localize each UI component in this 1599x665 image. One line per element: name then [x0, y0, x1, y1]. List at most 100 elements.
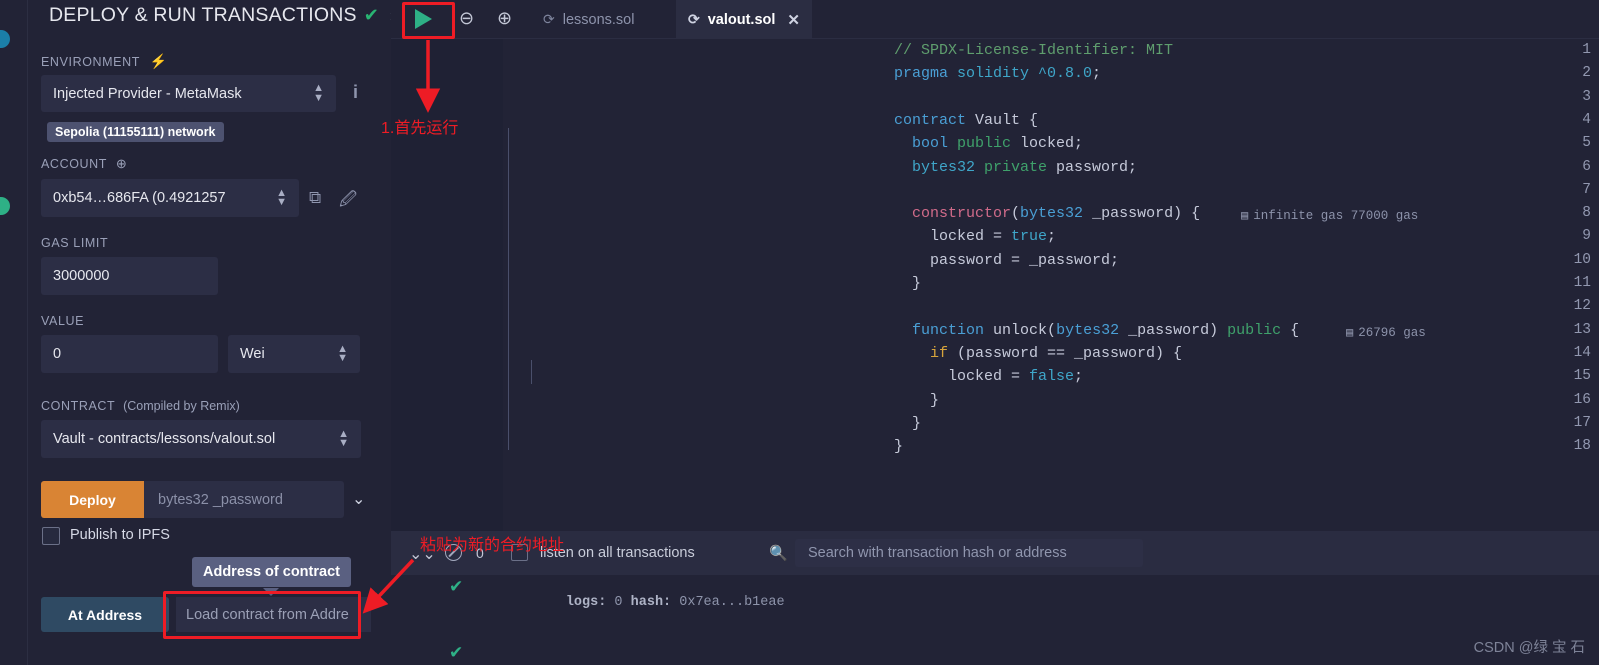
gas-estimate: ▤ infinite gas 77000 gas: [1241, 208, 1418, 223]
chevron-updown-icon[interactable]: ▲ ▼: [338, 428, 349, 449]
code-token: if: [894, 344, 958, 362]
editor-code-area[interactable]: [503, 39, 1599, 551]
code-token: bytes32: [1056, 321, 1129, 339]
chevron-updown-icon[interactable]: ▲ ▼: [276, 187, 287, 208]
chevron-updown-icon[interactable]: ▲ ▼: [337, 343, 348, 364]
close-icon[interactable]: ✕: [787, 11, 800, 29]
log-logs-value: 0: [606, 595, 631, 610]
play-icon[interactable]: [415, 9, 432, 29]
at-address-input[interactable]: [176, 597, 371, 632]
environment-label: ENVIRONMENT ⚡: [41, 53, 168, 69]
at-address-button[interactable]: At Address: [41, 597, 169, 632]
code-token: locked =: [894, 368, 1030, 386]
zoom-out-icon[interactable]: ⊖: [459, 8, 474, 29]
account-select[interactable]: 0xb54…686FA (0.4921257​ ▲ ▼: [41, 179, 299, 217]
gas-limit-value: 3000000: [53, 268, 110, 284]
panel-title-text: DEPLOY & RUN TRANSACTIONS: [49, 4, 357, 26]
deploy-args-input[interactable]: [144, 481, 344, 518]
code-token: password: [1056, 158, 1129, 176]
rail-dot-teal[interactable]: [0, 30, 10, 48]
search-icon[interactable]: 🔍: [769, 544, 788, 562]
line-number: 4: [1582, 111, 1591, 128]
deploy-run-panel: DEPLOY & RUN TRANSACTIONS✔ › ENVIRONMENT…: [28, 0, 396, 665]
code-line: constructor(bytes32 _password) {: [894, 205, 1200, 222]
code-token: solidity: [957, 65, 1039, 83]
gas-icon: ▤: [1346, 325, 1354, 340]
line-number: 10: [1573, 251, 1591, 268]
editor-region: ⊖ ⊕ ⟳ lessons.sol ⟳ valout.sol ✕ 1234567…: [391, 0, 1599, 665]
tab-label: lessons.sol: [562, 11, 635, 28]
gas-estimate: ▤ 26796 gas: [1346, 325, 1426, 340]
contract-select[interactable]: Vault - contracts/lessons/valout.sol ▲ ▼: [41, 420, 361, 458]
code-line: if (password == _password) {: [894, 345, 1182, 362]
value-unit-select[interactable]: Wei ▲ ▼: [228, 335, 360, 373]
log-logs-key: logs:: [565, 595, 607, 610]
code-token: password = _password;: [894, 251, 1120, 269]
line-number: 5: [1582, 135, 1591, 152]
code-token: }: [894, 391, 940, 409]
code-token: }: [894, 414, 922, 432]
info-icon[interactable]: i: [353, 82, 358, 103]
code-token: _password: [1092, 205, 1174, 223]
zoom-in-icon[interactable]: ⊕: [497, 8, 512, 29]
value-input[interactable]: 0: [41, 335, 218, 373]
line-number: 7: [1582, 181, 1591, 198]
line-number: 6: [1582, 158, 1591, 175]
log-line: logs: 0 hash: 0x7ea...b1eae: [501, 580, 785, 625]
copy-icon[interactable]: ⧉: [309, 188, 321, 208]
value-unit: Wei: [240, 346, 265, 362]
code-token: function: [894, 321, 994, 339]
code-token: (: [1047, 321, 1057, 339]
annotation-step2-text: 粘贴为新的合约地址: [420, 537, 565, 554]
solidity-icon: ⟳: [543, 11, 555, 27]
chevron-updown-icon[interactable]: ▲ ▼: [313, 82, 324, 103]
at-address-tooltip: Address of contract: [192, 557, 351, 587]
code-token: constructor: [894, 205, 1012, 223]
code-token: ): [1209, 321, 1228, 339]
publish-ipfs-checkbox[interactable]: [42, 527, 60, 545]
gas-estimate-text: 26796 gas: [1358, 325, 1426, 340]
line-number: 2: [1582, 65, 1591, 82]
code-line: locked = false;: [894, 368, 1083, 385]
code-line: password = _password;: [894, 252, 1119, 269]
tab-valout-sol[interactable]: ⟳ valout.sol ✕: [676, 0, 812, 39]
fold-guide: [531, 360, 532, 384]
tooltip-arrow-icon: [263, 588, 279, 596]
code-token: false: [1029, 368, 1075, 386]
rail-dot-green[interactable]: [0, 197, 10, 215]
plus-circle-icon[interactable]: ⊕: [116, 156, 128, 171]
check-circle-icon: ✔: [449, 643, 464, 662]
search-input[interactable]: [795, 539, 1143, 567]
edit-icon[interactable]: 🖉: [339, 187, 357, 216]
code-line: bytes32 private password;: [894, 159, 1137, 176]
line-number: 14: [1573, 344, 1591, 361]
line-number: 1: [1582, 42, 1591, 58]
code-token: ;: [1128, 158, 1138, 176]
watermark: CSDN @绿 宝 石: [1473, 640, 1585, 656]
deploy-button[interactable]: Deploy: [41, 481, 144, 518]
code-token: bytes32: [894, 158, 985, 176]
remix-ide-window: DEPLOY & RUN TRANSACTIONS✔ › ENVIRONMENT…: [0, 0, 1599, 665]
code-token: public: [957, 135, 1021, 153]
value-amount: 0: [53, 346, 62, 362]
annotation-step1-text: 1.首先运行: [381, 120, 459, 137]
code-token: (password == _password) {: [957, 344, 1183, 362]
environment-select[interactable]: Injected Provider - MetaMask ▲ ▼: [41, 75, 336, 112]
line-number: 8: [1582, 205, 1591, 222]
line-number: 18: [1573, 438, 1591, 455]
environment-value: Injected Provider - MetaMask: [53, 85, 242, 102]
code-token: Vault: [975, 111, 1030, 129]
code-line: locked = true;: [894, 228, 1056, 245]
tab-lessons-sol[interactable]: ⟳ lessons.sol: [531, 0, 646, 39]
line-number: 13: [1573, 321, 1591, 338]
code-token: ;: [1074, 368, 1084, 386]
code-token: }: [894, 438, 904, 456]
gas-limit-input[interactable]: 3000000: [41, 257, 218, 295]
editor-tabbar: ⊖ ⊕ ⟳ lessons.sol ⟳ valout.sol ✕: [391, 0, 1599, 39]
code-token: bytes32: [1020, 205, 1093, 223]
code-token: true: [1011, 228, 1048, 246]
icon-rail: [0, 0, 27, 665]
code-line: }: [894, 275, 921, 292]
chevron-down-icon[interactable]: ⌄: [352, 489, 365, 509]
code-token: // SPDX-License-Identifier: MIT: [894, 42, 1174, 59]
